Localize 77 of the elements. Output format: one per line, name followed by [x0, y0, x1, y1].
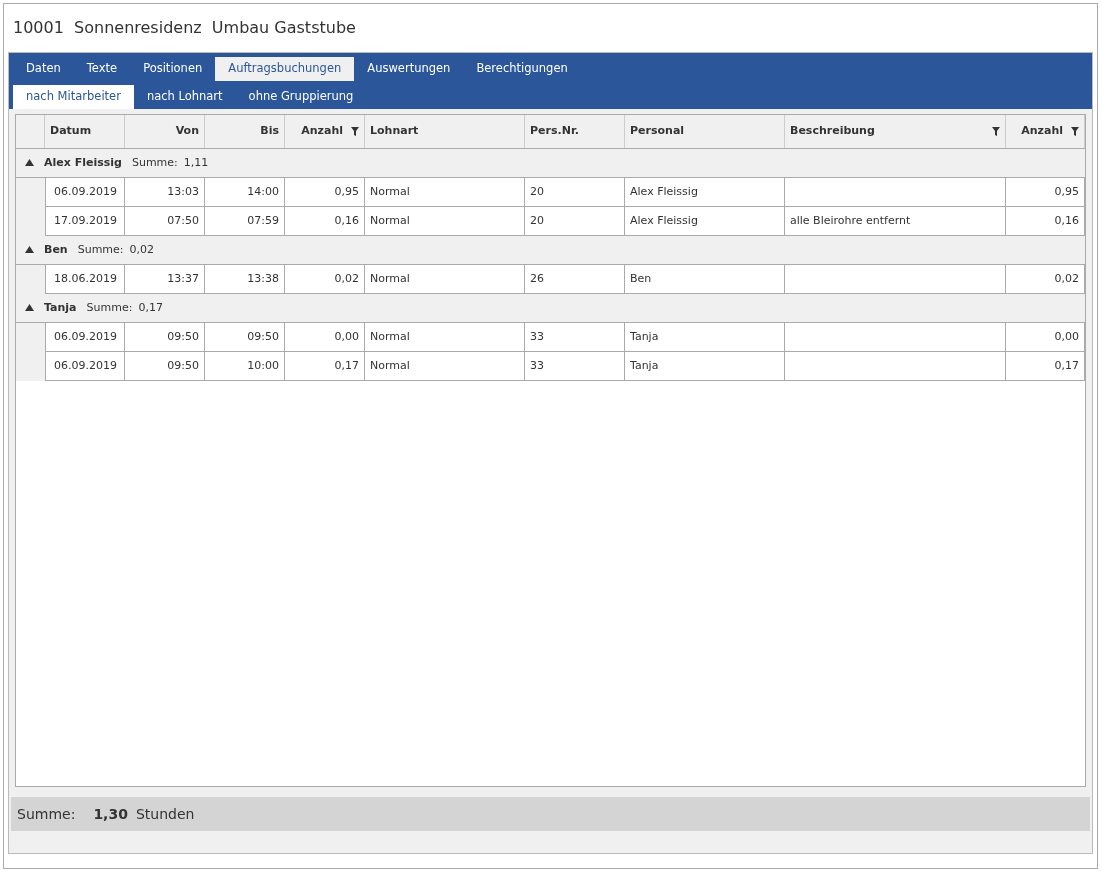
window-title: 10001 Sonnenresidenz Umbau Gaststube — [13, 17, 356, 39]
group-name: Tanja — [44, 299, 77, 316]
table-cell: 0,95 — [1006, 178, 1085, 207]
row-indent — [16, 178, 45, 207]
column-header[interactable]: Anzahl — [1006, 115, 1085, 148]
summary-unit: Stunden — [135, 804, 195, 824]
row-indent — [16, 265, 45, 294]
tab[interactable]: Auftragsbuchungen — [215, 57, 355, 81]
group-name: Ben — [44, 241, 68, 258]
table-cell: Tanja — [625, 352, 785, 381]
row-indent — [16, 352, 45, 381]
table-cell: 09:50 — [125, 323, 205, 352]
group-sum-label: Summe: — [86, 299, 133, 316]
column-header-label: Personal — [630, 123, 685, 140]
tab[interactable]: Berechtigungen — [463, 57, 581, 81]
table-cell: 0,17 — [1006, 352, 1085, 381]
column-header-label: Anzahl — [1021, 123, 1063, 140]
column-header[interactable]: Pers.Nr. — [525, 115, 625, 148]
table-cell: 33 — [525, 352, 625, 381]
column-header[interactable]: Lohnart — [365, 115, 525, 148]
group-row[interactable]: Ben Summe: 0,02 — [16, 236, 1085, 265]
table-cell: 09:50 — [125, 352, 205, 381]
table-cell: 20 — [525, 178, 625, 207]
table-cell: 0,00 — [1006, 323, 1085, 352]
column-header[interactable]: Von — [125, 115, 205, 148]
group-sum-value: 0,17 — [138, 299, 163, 316]
column-header[interactable]: Datum — [45, 115, 125, 148]
group-sum-label: Summe: — [77, 241, 124, 258]
table-cell: Tanja — [625, 323, 785, 352]
table-cell: 09:50 — [205, 323, 285, 352]
filter-icon[interactable] — [992, 127, 1000, 136]
table-cell: 0,00 — [285, 323, 365, 352]
summary-value: 1,30 — [93, 804, 128, 824]
group-row[interactable]: Tanja Summe: 0,17 — [16, 294, 1085, 323]
table-cell: 0,95 — [285, 178, 365, 207]
table-cell: Normal — [365, 352, 525, 381]
table-cell: 06.09.2019 — [45, 178, 125, 207]
table-cell: 33 — [525, 323, 625, 352]
column-header-label: Pers.Nr. — [530, 123, 579, 140]
column-header[interactable]: Anzahl — [285, 115, 365, 148]
tab[interactable]: Texte — [73, 57, 131, 81]
tab[interactable]: Auswertungen — [354, 57, 464, 81]
table-cell: Alex Fleissig — [625, 178, 785, 207]
table-cell: 13:03 — [125, 178, 205, 207]
tab[interactable]: Positionen — [130, 57, 216, 81]
filter-icon[interactable] — [351, 127, 359, 136]
column-header[interactable]: Beschreibung — [785, 115, 1006, 148]
collapse-arrow-icon[interactable] — [25, 303, 34, 313]
collapse-arrow-icon[interactable] — [25, 245, 34, 255]
collapse-arrow-icon[interactable] — [25, 158, 34, 168]
column-header[interactable]: Bis — [205, 115, 285, 148]
subtab[interactable]: nach Mitarbeiter — [13, 85, 134, 109]
table-cell: 10:00 — [205, 352, 285, 381]
table-cell: 06.09.2019 — [45, 352, 125, 381]
column-header-label: Beschreibung — [790, 123, 875, 140]
filter-icon[interactable] — [1071, 127, 1079, 136]
column-header[interactable]: Personal — [625, 115, 785, 148]
column-header-label: Bis — [260, 123, 279, 140]
table-cell: 14:00 — [205, 178, 285, 207]
group-sum-label: Summe: — [131, 154, 178, 171]
group-name: Alex Fleissig — [44, 154, 122, 171]
table-cell: 0,17 — [285, 352, 365, 381]
column-header-label: Von — [175, 123, 199, 140]
row-indent — [16, 323, 45, 352]
subtab[interactable]: ohne Gruppierung — [235, 85, 367, 109]
column-header-label: Lohnart — [370, 123, 419, 140]
tab[interactable]: Daten — [13, 57, 74, 81]
table-cell: Normal — [365, 323, 525, 352]
column-header-label: Anzahl — [301, 123, 343, 140]
table-cell: Normal — [365, 178, 525, 207]
subtab[interactable]: nach Lohnart — [133, 85, 236, 109]
summary-label: Summe: — [17, 804, 76, 824]
column-header-label: Datum — [50, 123, 92, 140]
group-sum-value: 0,02 — [129, 241, 155, 258]
group-sum-value: 1,11 — [183, 154, 209, 171]
group-row[interactable]: Alex Fleissig Summe: 1,11 — [16, 149, 1085, 178]
table-cell: 06.09.2019 — [45, 323, 125, 352]
